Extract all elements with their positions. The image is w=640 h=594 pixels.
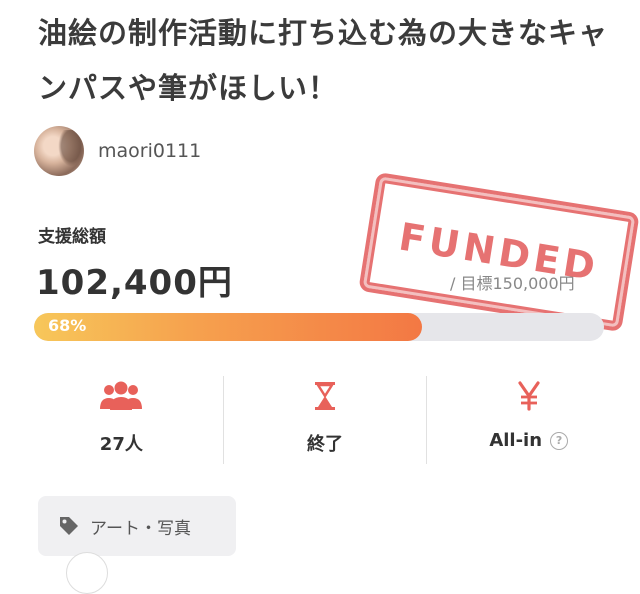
hourglass-icon [315,382,335,410]
progress-percent: 68% [48,316,87,335]
funded-amount-label: 支援総額 [38,227,106,247]
supporters-icon [100,381,143,410]
supporters-count: 27人 [99,434,143,455]
funding-type-label: All-in [489,430,543,451]
owner-name[interactable]: maori0111 [98,140,201,162]
category-tag-label: アート・写真 [90,518,191,539]
funded-amount: 102,400円 [36,263,233,303]
help-icon[interactable]: ? [550,431,569,450]
progress-bar: 68% [34,313,604,341]
stat-type: All-in ? [427,376,630,464]
progress-bar-fill [34,313,422,341]
funded-stamp: FUNDED [358,171,640,333]
project-title: 油絵の制作活動に打ち込む為の大きなキャンパスや筆がほしい！ [38,16,609,105]
project-stats: 27人 終了 All-in ? [20,376,630,464]
funding-type: All-in ? [489,430,569,451]
avatar[interactable] [34,126,84,176]
category-tag[interactable]: アート・写真 [38,496,236,556]
yen-icon [518,381,540,411]
tag-icon [60,517,78,535]
share-button[interactable] [66,552,108,594]
owner-profile[interactable]: maori0111 [34,126,201,176]
stat-status: 終了 [224,376,428,464]
stat-supporters: 27人 [20,376,224,464]
project-status: 終了 [307,434,343,455]
